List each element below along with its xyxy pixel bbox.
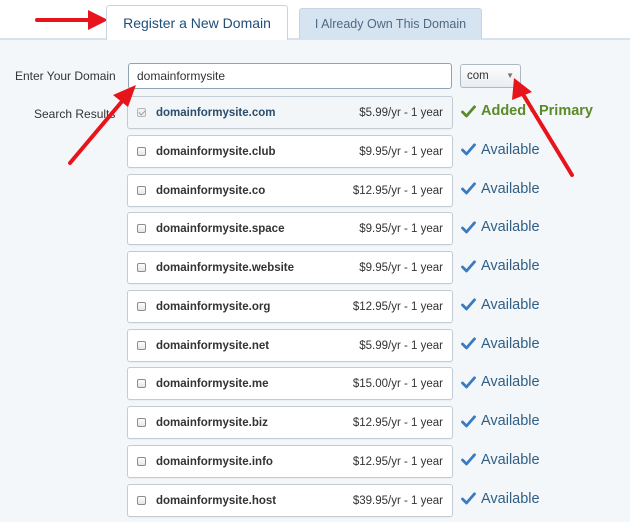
domain-result-box[interactable]: domainformysite.co $12.95/yr - 1 year bbox=[127, 173, 453, 207]
domain-price: $9.95/yr - 1 year bbox=[359, 223, 443, 236]
domain-result-box[interactable]: domainformysite.com $5.99/yr - 1 year bbox=[127, 96, 453, 129]
tld-select[interactable]: com ▼ bbox=[460, 64, 521, 88]
domain-status-text: Available bbox=[481, 141, 540, 158]
domain-name: domainformysite.club bbox=[156, 145, 276, 158]
check-icon bbox=[461, 221, 476, 234]
domain-name: domainformysite.website bbox=[156, 262, 295, 274]
check-icon bbox=[461, 414, 476, 428]
domain-status: Available bbox=[461, 297, 540, 313]
domain-result-box[interactable]: domainformysite.club $9.95/yr - 1 year bbox=[127, 134, 453, 168]
result-row: domainformysite.me $15.00/yr - 1 year Avai… bbox=[127, 367, 627, 401]
result-row: domainformysite.org $12.95/yr - 1 year Ava… bbox=[127, 289, 627, 323]
domain-name: domainformysite.co bbox=[156, 184, 266, 197]
result-row: domainformysite.website $9.95/yr - 1 year… bbox=[127, 251, 627, 284]
domain-status: Available bbox=[461, 491, 540, 507]
domain-status: Added - Primary bbox=[461, 103, 593, 119]
domain-status-text: Available bbox=[481, 413, 540, 429]
domain-price: $12.95/yr - 1 year bbox=[352, 417, 443, 429]
domain-price: $5.99/yr - 1 year bbox=[359, 339, 443, 352]
domain-price: $15.00/yr - 1 year bbox=[352, 378, 443, 391]
domain-checkbox[interactable] bbox=[137, 456, 146, 466]
result-row: domainformysite.biz $12.95/yr - 1 year Ava… bbox=[127, 406, 627, 439]
result-row: domainformysite.info $12.95/yr - 1 year Av… bbox=[127, 444, 627, 478]
tab-already-own-domain[interactable]: I Already Own This Domain bbox=[299, 8, 482, 39]
domain-status-text: Available bbox=[481, 451, 540, 468]
domain-price: $9.95/yr - 1 year bbox=[359, 145, 443, 158]
domain-name: domainformysite.info bbox=[156, 455, 273, 468]
check-icon bbox=[461, 182, 476, 195]
check-icon bbox=[461, 298, 476, 311]
check-icon bbox=[461, 376, 476, 389]
domain-status: Available bbox=[461, 258, 540, 274]
search-results-list: domainformysite.com $5.99/yr - 1 year Adde… bbox=[127, 96, 627, 522]
check-icon bbox=[461, 143, 476, 156]
domain-checkbox[interactable] bbox=[137, 224, 146, 234]
domain-input-label: Enter Your Domain bbox=[15, 69, 116, 83]
domain-name: domainformysite.me bbox=[156, 378, 269, 391]
domain-checkbox[interactable] bbox=[137, 379, 146, 389]
result-row: domainformysite.net $5.99/yr - 1 year Avai… bbox=[127, 328, 627, 362]
domain-result-box[interactable]: domainformysite.biz $12.95/yr - 1 year bbox=[127, 406, 453, 439]
domain-status-text: Available bbox=[481, 335, 540, 352]
domain-status-text: Available bbox=[481, 180, 540, 197]
domain-name: domainformysite.host bbox=[156, 494, 277, 507]
domain-result-box[interactable]: domainformysite.space $9.95/yr - 1 year bbox=[127, 212, 453, 246]
domain-status: Available bbox=[461, 452, 540, 468]
check-icon bbox=[461, 104, 476, 118]
domain-result-box[interactable]: domainformysite.website $9.95/yr - 1 year bbox=[127, 251, 453, 284]
domain-name: domainformysite.com bbox=[156, 107, 276, 119]
domain-price: $5.99/yr - 1 year bbox=[359, 107, 443, 119]
result-row: domainformysite.club $9.95/yr - 1 year Ava… bbox=[127, 134, 627, 168]
result-row: domainformysite.com $5.99/yr - 1 year Adde… bbox=[127, 96, 627, 129]
domain-checkbox[interactable] bbox=[137, 146, 146, 156]
domain-result-box[interactable]: domainformysite.info $12.95/yr - 1 year bbox=[127, 444, 453, 478]
result-row: domainformysite.space $9.95/yr - 1 year Av… bbox=[127, 212, 627, 246]
domain-status: Available bbox=[461, 374, 540, 390]
domain-checkbox[interactable] bbox=[137, 418, 146, 427]
domain-status-text: Available bbox=[481, 258, 540, 274]
domain-status-text: Added - Primary bbox=[481, 103, 593, 119]
domain-price: $12.95/yr - 1 year bbox=[352, 455, 443, 468]
domain-status-text: Available bbox=[481, 374, 540, 391]
domain-result-box[interactable]: domainformysite.net $5.99/yr - 1 year bbox=[127, 328, 453, 362]
domain-checkbox[interactable] bbox=[137, 108, 146, 117]
result-row: domainformysite.co $12.95/yr - 1 year Avai… bbox=[127, 173, 627, 207]
domain-checkbox[interactable] bbox=[137, 185, 146, 195]
check-icon bbox=[461, 492, 476, 505]
search-results-label: Search Results bbox=[34, 107, 116, 121]
domain-price: $9.95/yr - 1 year bbox=[359, 262, 443, 274]
domain-search-input[interactable] bbox=[128, 63, 452, 89]
domain-checkbox[interactable] bbox=[137, 301, 146, 311]
domain-status: Available bbox=[461, 413, 540, 429]
check-icon bbox=[461, 259, 476, 273]
domain-name: domainformysite.net bbox=[156, 339, 270, 352]
result-row: domainformysite.host $39.95/yr - 1 year Av… bbox=[127, 483, 627, 517]
check-icon bbox=[461, 453, 476, 466]
domain-status: Available bbox=[461, 181, 540, 197]
domain-checkbox[interactable] bbox=[137, 495, 146, 505]
dropdown-arrow-icon: ▼ bbox=[506, 71, 514, 80]
domain-checkbox[interactable] bbox=[137, 263, 146, 272]
domain-name: domainformysite.space bbox=[156, 223, 285, 236]
domain-status: Available bbox=[461, 142, 540, 158]
domain-status-text: Available bbox=[481, 296, 540, 313]
domain-name: domainformysite.org bbox=[156, 300, 271, 313]
domain-status-text: Available bbox=[481, 219, 540, 236]
domain-checkbox[interactable] bbox=[137, 340, 146, 350]
domain-result-box[interactable]: domainformysite.host $39.95/yr - 1 year bbox=[127, 483, 453, 517]
domain-price: $12.95/yr - 1 year bbox=[352, 184, 443, 197]
domain-status-text: Available bbox=[481, 490, 540, 507]
domain-name: domainformysite.biz bbox=[156, 417, 268, 429]
domain-status: Available bbox=[461, 336, 540, 352]
domain-price: $39.95/yr - 1 year bbox=[352, 494, 443, 507]
domain-result-box[interactable]: domainformysite.me $15.00/yr - 1 year bbox=[127, 367, 453, 401]
tab-register-new-domain[interactable]: Register a New Domain bbox=[106, 5, 288, 40]
check-icon bbox=[461, 337, 476, 350]
domain-status: Available bbox=[461, 219, 540, 235]
domain-price: $12.95/yr - 1 year bbox=[352, 300, 443, 313]
tld-selected-value: com bbox=[467, 70, 489, 82]
domain-tabs: Register a New Domain I Already Own This… bbox=[0, 0, 630, 40]
domain-result-box[interactable]: domainformysite.org $12.95/yr - 1 year bbox=[127, 289, 453, 323]
